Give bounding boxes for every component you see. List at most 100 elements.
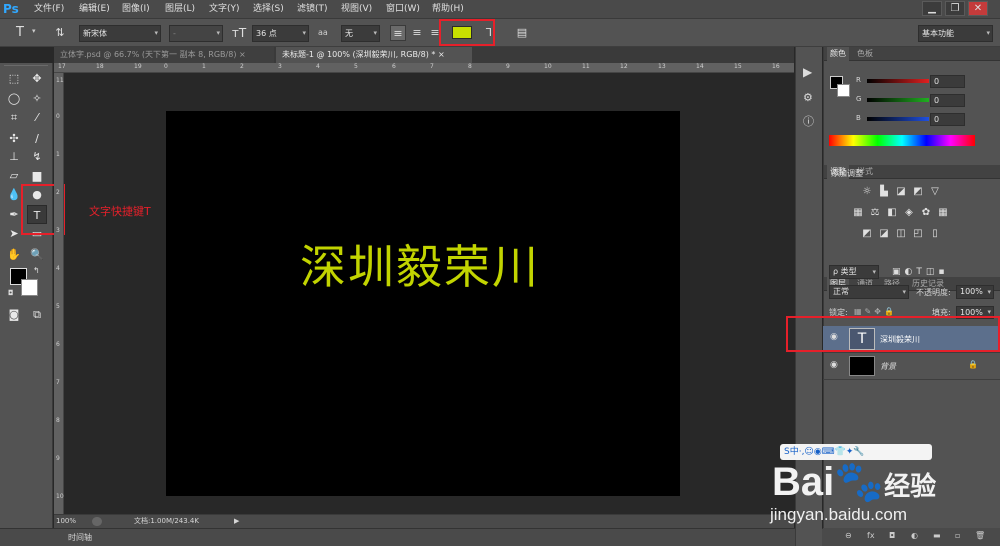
- tab-document-1[interactable]: 立体字.psd @ 66.7% (天下第一 副本 8, RGB/8) ×: [54, 47, 274, 63]
- curves-adjust-icon[interactable]: ◪: [895, 186, 907, 198]
- quick-mask-icon[interactable]: ◙: [4, 305, 24, 324]
- adjustment-layer-icon[interactable]: ◐: [911, 531, 918, 540]
- opacity-input[interactable]: 100% ▾: [956, 285, 994, 299]
- magic-wand-tool-icon[interactable]: ✧: [27, 89, 47, 108]
- crop-tool-icon[interactable]: ⌗: [4, 108, 24, 127]
- ruler-tick-label: 1: [202, 63, 206, 70]
- hand-tool-icon[interactable]: ✋: [4, 245, 24, 264]
- brightness-adjust-icon[interactable]: ☼: [861, 186, 873, 198]
- history-brush-tool-icon[interactable]: ↯: [27, 147, 47, 166]
- move-tool-icon[interactable]: ✥: [27, 69, 47, 88]
- new-layer-icon[interactable]: ▫: [955, 531, 960, 540]
- stamp-tool-icon[interactable]: ⊥: [4, 147, 24, 166]
- menu-window[interactable]: 窗口(W): [386, 0, 420, 19]
- lookup-adjust-icon[interactable]: ▦: [937, 207, 949, 219]
- canvas-text-layer[interactable]: 深圳毅荣川: [300, 231, 540, 297]
- group-icon[interactable]: ▬: [933, 531, 941, 540]
- menu-file[interactable]: 文件(F): [34, 0, 64, 19]
- layer-filter-icons[interactable]: ▣◐T◫▪: [892, 267, 948, 277]
- swap-colors-icon[interactable]: ↰: [33, 266, 40, 275]
- gradient-map-adjust-icon[interactable]: ▽: [929, 186, 941, 198]
- document-canvas[interactable]: [166, 111, 680, 496]
- channel-mixer-adjust-icon[interactable]: ✿: [920, 207, 932, 219]
- zoom-tool-icon[interactable]: 🔍: [27, 245, 47, 264]
- menu-view[interactable]: 视图(V): [341, 0, 372, 19]
- menu-layer[interactable]: 图层(L): [165, 0, 195, 19]
- background-color-swatch[interactable]: [21, 279, 38, 296]
- healing-tool-icon[interactable]: ✣: [4, 129, 24, 148]
- layer-row-background[interactable]: ◉ 背景 🔒: [823, 354, 1000, 380]
- gradient-adjust-icon[interactable]: ▯: [929, 228, 941, 240]
- posterize-adjust-icon[interactable]: ◪: [878, 228, 890, 240]
- character-panel-icon[interactable]: ▤: [514, 25, 530, 41]
- timeline-label[interactable]: 时间轴: [68, 532, 92, 543]
- color-spectrum-bar[interactable]: [829, 135, 975, 146]
- properties-icon[interactable]: ⚙: [803, 91, 813, 104]
- menu-filter[interactable]: 滤镜(T): [297, 0, 328, 19]
- channel-b-slider[interactable]: [867, 117, 929, 121]
- gradient-tool-icon[interactable]: ▆: [27, 166, 47, 185]
- channel-b-value[interactable]: 0: [930, 113, 965, 126]
- screen-mode-icon[interactable]: ⧉: [27, 305, 47, 324]
- mask-icon[interactable]: ◘: [889, 531, 895, 540]
- tab-color[interactable]: 颜色: [827, 47, 849, 61]
- tab-swatches[interactable]: 色板: [854, 47, 876, 61]
- bg-color-chip[interactable]: [837, 84, 850, 97]
- blend-mode-select[interactable]: 正常 ▾: [829, 285, 909, 299]
- eraser-tool-icon[interactable]: ▱: [4, 166, 24, 185]
- channel-r-slider[interactable]: [867, 79, 929, 83]
- play-action-icon[interactable]: ▶: [803, 65, 812, 79]
- workspace-select[interactable]: 基本功能 ▾: [918, 25, 993, 42]
- threshold-adjust-icon[interactable]: ◫: [895, 228, 907, 240]
- info-icon[interactable]: ⓘ: [803, 113, 814, 129]
- vibrance-adjust-icon[interactable]: ▦: [852, 207, 864, 219]
- link-layers-icon[interactable]: ⊖: [845, 531, 852, 540]
- bw-adjust-icon[interactable]: ◧: [886, 207, 898, 219]
- align-center-icon[interactable]: ≡: [409, 25, 425, 41]
- menu-type[interactable]: 文字(Y): [209, 0, 240, 19]
- warp-text-icon[interactable]: Ꞁ: [481, 25, 497, 41]
- minimize-button[interactable]: ▁: [922, 1, 942, 16]
- photo-filter-adjust-icon[interactable]: ◈: [903, 207, 915, 219]
- tab-close-icon[interactable]: ×: [438, 50, 445, 59]
- font-family-select[interactable]: 新宋体 ▾: [79, 25, 161, 42]
- marquee-tool-icon[interactable]: ⬚: [4, 69, 24, 88]
- close-window-button[interactable]: ✕: [968, 1, 988, 16]
- menu-edit[interactable]: 编辑(E): [79, 0, 110, 19]
- layer-filter-select[interactable]: ρ 类型 ▾: [829, 265, 879, 279]
- balance-adjust-icon[interactable]: ⚖: [869, 207, 881, 219]
- preset-caret-icon[interactable]: ▾: [32, 27, 36, 35]
- channel-g-slider[interactable]: [867, 98, 929, 102]
- menu-help[interactable]: 帮助(H): [432, 0, 464, 19]
- text-orientation-icon[interactable]: ⇅: [52, 25, 68, 41]
- selective-color-adjust-icon[interactable]: ◰: [912, 228, 924, 240]
- channel-g-value[interactable]: 0: [930, 94, 965, 107]
- restore-button[interactable]: ❐: [945, 1, 965, 16]
- zoom-level[interactable]: 100%: [56, 515, 76, 528]
- font-size-select[interactable]: 36 点 ▾: [252, 25, 309, 42]
- tab-document-2[interactable]: 未标题-1 @ 100% (深圳毅荣川, RGB/8) * ×: [276, 47, 472, 63]
- channel-r-value[interactable]: 0: [930, 75, 965, 88]
- text-color-swatch[interactable]: [452, 26, 472, 39]
- menu-select[interactable]: 选择(S): [253, 0, 284, 19]
- menu-image[interactable]: 图像(I): [122, 0, 150, 19]
- trash-icon[interactable]: 🗑: [975, 531, 985, 540]
- status-menu-arrow-icon[interactable]: ▶: [234, 515, 239, 528]
- exposure-adjust-icon[interactable]: ◩: [912, 186, 924, 198]
- antialias-select[interactable]: 无 ▾: [341, 25, 380, 42]
- lasso-tool-icon[interactable]: ◯: [4, 89, 24, 108]
- visibility-eye-icon[interactable]: ◉: [830, 360, 838, 370]
- fx-icon[interactable]: fx: [867, 531, 875, 540]
- levels-adjust-icon[interactable]: ▙: [878, 186, 890, 198]
- align-left-icon[interactable]: ≡: [390, 25, 406, 41]
- default-colors-icon[interactable]: ◘: [8, 289, 14, 297]
- eyedropper-tool-icon[interactable]: ⁄: [27, 108, 47, 127]
- layer-name[interactable]: 背景: [880, 361, 896, 372]
- brush-tool-icon[interactable]: ∕: [27, 129, 47, 148]
- tab-close-icon[interactable]: ×: [239, 50, 246, 59]
- font-style-select[interactable]: - ▾: [169, 25, 223, 42]
- toolbar-grip[interactable]: [4, 65, 48, 68]
- type-tool-preset-icon[interactable]: T: [12, 25, 28, 41]
- invert-adjust-icon[interactable]: ◩: [861, 228, 873, 240]
- lock-icons[interactable]: ▦✎✥🔒: [854, 307, 897, 316]
